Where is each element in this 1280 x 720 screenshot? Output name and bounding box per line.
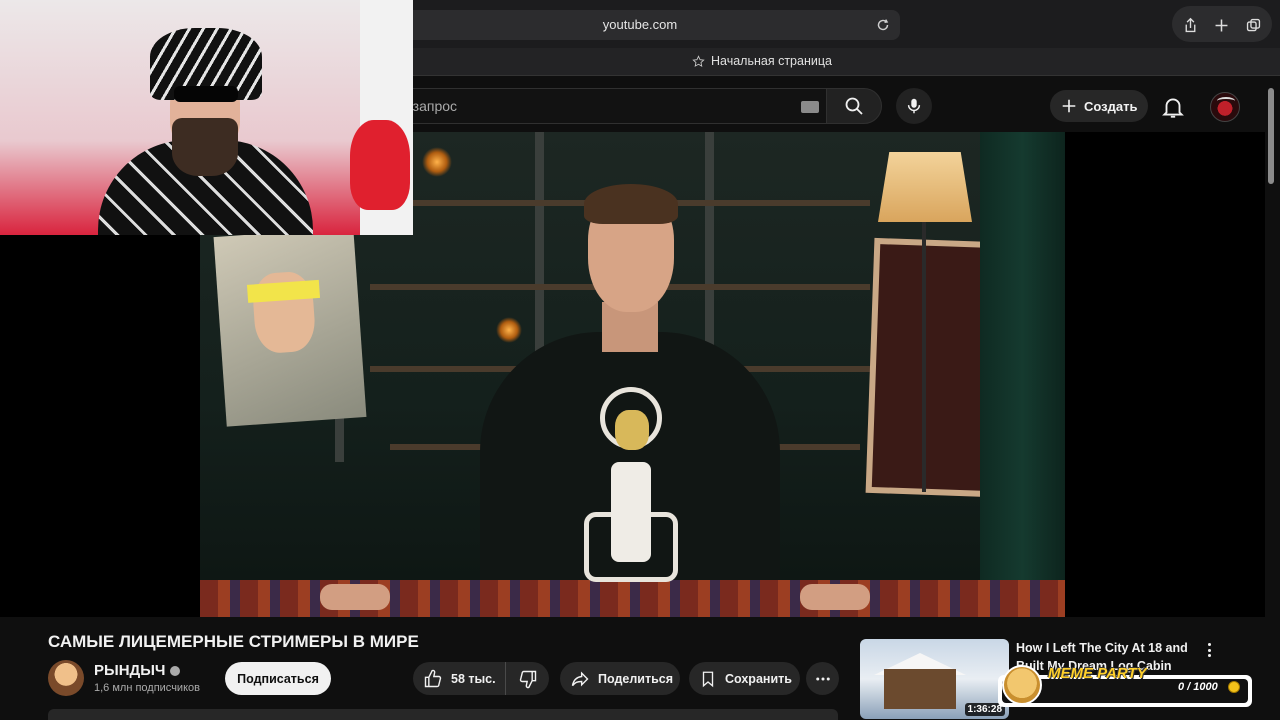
like-button[interactable]: 58 тыс. (413, 662, 506, 695)
kebab-icon[interactable] (1200, 641, 1218, 659)
floor-lamp (878, 152, 972, 222)
share-arrow-icon (571, 670, 589, 687)
voice-search-button[interactable] (896, 88, 932, 124)
save-button[interactable]: Сохранить (689, 662, 800, 695)
save-label: Сохранить (725, 671, 792, 686)
address-bar[interactable]: youtube.com (380, 10, 900, 40)
share-button[interactable]: Поделиться (560, 662, 680, 695)
new-tab-icon[interactable] (1207, 11, 1235, 39)
channel-name-text: РЫНДЫЧ (94, 662, 166, 679)
meme-progress-text: 0 / 1000 (1178, 681, 1218, 693)
webcam-overlay (0, 0, 413, 235)
search-icon (845, 97, 863, 115)
share-icon[interactable] (1176, 11, 1204, 39)
thumbs-up-icon (424, 669, 442, 687)
verified-icon (170, 665, 181, 676)
like-dislike-group: 58 тыс. (413, 662, 549, 695)
star-icon (692, 54, 705, 67)
account-avatar[interactable] (1210, 92, 1240, 122)
reload-icon[interactable] (874, 16, 892, 34)
create-button[interactable]: Создать (1050, 90, 1148, 122)
channel-avatar[interactable] (48, 660, 84, 696)
more-icon (815, 677, 830, 680)
meme-party-label: MEME PARTY (1048, 665, 1147, 682)
bookmark-icon (702, 671, 714, 687)
description-box[interactable] (48, 709, 838, 720)
keyboard-icon[interactable] (801, 101, 819, 113)
thumbs-down-icon (519, 670, 536, 688)
video-title: САМЫЕ ЛИЦЕМЕРНЫЕ СТРИМЕРЫ В МИРЕ (48, 632, 419, 651)
meme-party-widget: MEME PARTY 0 / 1000 (998, 665, 1252, 707)
subscribe-button[interactable]: Подписаться (225, 662, 331, 695)
subscriber-count: 1,6 млн подписчиков (94, 682, 200, 694)
poster-image (213, 227, 367, 427)
share-label: Поделиться (598, 671, 674, 686)
create-label: Создать (1084, 98, 1138, 114)
bookmark-label: Начальная страница (711, 54, 832, 68)
doge-icon (1002, 665, 1042, 705)
like-count: 58 тыс. (451, 671, 496, 686)
url-text: youtube.com (602, 17, 678, 32)
mic-icon (907, 98, 921, 114)
channel-name[interactable]: РЫНДЫЧ (94, 662, 181, 679)
coin-icon (1228, 681, 1240, 693)
dislike-button[interactable] (506, 662, 549, 695)
recommendation-thumbnail[interactable]: 1:36:28 (860, 639, 1009, 719)
plus-icon (1062, 99, 1076, 113)
search-input[interactable]: е запрос (390, 88, 827, 124)
more-actions-button[interactable] (806, 662, 839, 695)
bookmark-home[interactable]: Начальная страница (692, 54, 832, 68)
bell-icon[interactable] (1160, 94, 1186, 120)
search-button[interactable] (826, 88, 882, 124)
tabs-icon[interactable] (1239, 11, 1267, 39)
page-scrollbar[interactable] (1268, 88, 1274, 184)
